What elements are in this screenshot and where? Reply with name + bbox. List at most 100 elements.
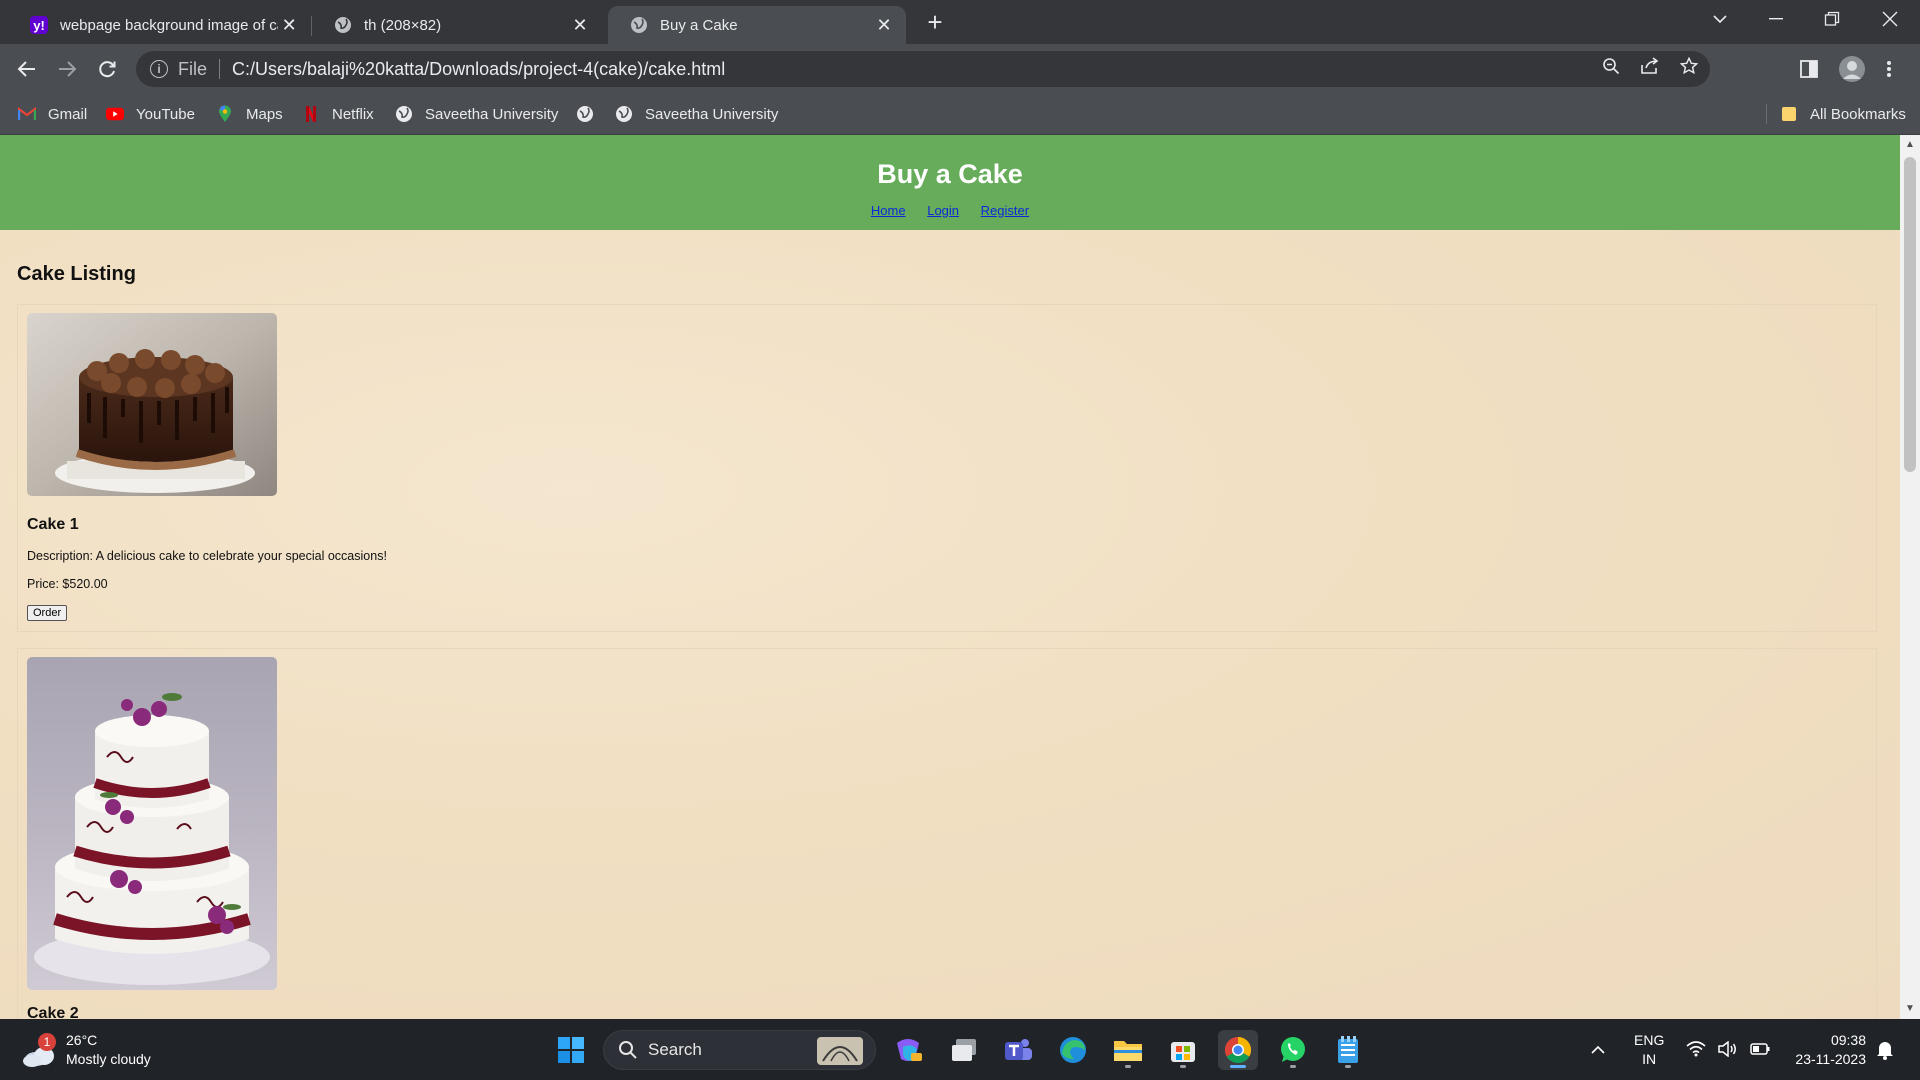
copilot-icon[interactable] [888, 1030, 928, 1070]
globe-icon [395, 105, 413, 123]
order-button[interactable]: Order [27, 605, 68, 621]
maps-icon [216, 105, 234, 123]
menu-dots-icon[interactable] [1886, 53, 1892, 85]
cake-name: Cake 2 [27, 1005, 79, 1019]
page-viewport: Buy a Cake Home Login Register Cake List… [0, 135, 1900, 1019]
taskbar: 1 26°C Mostly cloudy Search ENG IN 09:38… [0, 1020, 1920, 1080]
clock-date: 23-11-2023 [1795, 1051, 1866, 1067]
weather-widget[interactable]: 1 26°C Mostly cloudy [22, 1028, 151, 1072]
bookmark-netflix[interactable]: Netflix [302, 94, 374, 134]
url-text[interactable]: C:/Users/balaji%20katta/Downloads/projec… [232, 59, 725, 80]
tab-yahoo[interactable]: y! webpage background image of cake ✕ [8, 6, 310, 44]
system-tray-icons[interactable] [1686, 1020, 1770, 1080]
cake-description: Description: A delicious cake to celebra… [27, 549, 387, 563]
close-window-button[interactable] [1862, 0, 1918, 38]
running-indicator [1290, 1065, 1296, 1068]
scroll-down-arrow-icon[interactable]: ▼ [1900, 1001, 1920, 1017]
divider [1766, 104, 1767, 124]
notification-bell-icon[interactable] [1876, 1020, 1894, 1080]
new-tab-button[interactable]: + [920, 8, 950, 38]
globe-icon [576, 105, 594, 123]
site-header: Buy a Cake Home Login Register [0, 135, 1900, 230]
bookmarks-bar: Gmail YouTube Maps Netflix Saveetha Univ… [0, 94, 1920, 135]
cake-price: Price: $520.00 [27, 577, 108, 591]
globe-icon [334, 16, 352, 34]
bookmark-maps[interactable]: Maps [216, 94, 283, 134]
close-icon[interactable]: ✕ [568, 15, 592, 36]
minimize-button[interactable] [1748, 0, 1804, 38]
scroll-up-arrow-icon[interactable]: ▲ [1900, 137, 1920, 153]
tab-title: Buy a Cake [660, 16, 738, 34]
bookmark-unnamed[interactable] [576, 94, 606, 134]
close-icon[interactable]: ✕ [872, 15, 896, 36]
language-line1: ENG [1634, 1032, 1665, 1048]
tab-buy-a-cake[interactable]: Buy a Cake ✕ [608, 6, 906, 44]
search-icon [619, 1041, 637, 1059]
file-explorer-icon[interactable] [1108, 1030, 1148, 1070]
chrome-icon[interactable] [1218, 1030, 1258, 1070]
bookmark-label: Saveetha University [425, 105, 559, 123]
bookmark-youtube[interactable]: YouTube [106, 94, 195, 134]
restore-button[interactable] [1804, 0, 1860, 38]
side-panel-icon[interactable] [1800, 53, 1818, 85]
back-arrow-icon[interactable] [11, 53, 43, 85]
tab-image[interactable]: th (208×82) ✕ [312, 6, 602, 44]
notepad-icon[interactable] [1328, 1030, 1368, 1070]
running-indicator [1180, 1065, 1186, 1068]
edge-icon[interactable] [1053, 1030, 1093, 1070]
taskbar-search-box[interactable]: Search [603, 1030, 876, 1070]
reload-icon[interactable] [91, 53, 123, 85]
teams-icon[interactable] [998, 1030, 1038, 1070]
globe-icon [630, 16, 648, 34]
site-nav: Home Login Register [0, 203, 1900, 218]
tab-search-chevron-icon[interactable] [1692, 0, 1748, 38]
nav-register-link[interactable]: Register [981, 203, 1029, 218]
youtube-icon [106, 105, 124, 123]
bookmark-saveetha-2[interactable]: Saveetha University [615, 94, 778, 134]
whatsapp-icon[interactable] [1273, 1030, 1313, 1070]
language-line2: IN [1642, 1051, 1657, 1067]
battery-icon [1750, 1042, 1770, 1058]
all-bookmarks-button[interactable]: All Bookmarks [1780, 94, 1906, 134]
folder-icon [1780, 105, 1798, 123]
search-highlight-icon [817, 1037, 863, 1065]
zoom-icon[interactable] [1602, 57, 1620, 81]
nav-login-link[interactable]: Login [927, 203, 959, 218]
forward-arrow-icon[interactable] [51, 53, 83, 85]
bookmark-label: Maps [246, 105, 283, 123]
gmail-icon [18, 105, 36, 123]
scrollbar-thumb[interactable] [1904, 157, 1916, 472]
cake-card: Cake 2 [17, 648, 1877, 1019]
divider [219, 59, 221, 79]
all-bookmarks-label: All Bookmarks [1810, 105, 1906, 123]
microsoft-store-icon[interactable] [1163, 1030, 1203, 1070]
tab-title: webpage background image of cake [60, 16, 279, 34]
info-icon[interactable]: i [150, 60, 168, 78]
close-icon[interactable]: ✕ [278, 15, 300, 36]
address-bar[interactable]: i File C:/Users/balaji%20katta/Downloads… [136, 51, 1710, 87]
nav-home-link[interactable]: Home [871, 203, 906, 218]
running-indicator [1345, 1065, 1351, 1068]
profile-avatar[interactable] [1838, 53, 1866, 85]
clock-time: 09:38 [1830, 1032, 1866, 1048]
bookmark-gmail[interactable]: Gmail [18, 94, 87, 134]
running-indicator [1230, 1065, 1246, 1068]
page-scrollbar[interactable]: ▲ ▼ [1900, 135, 1920, 1019]
task-view-icon[interactable] [944, 1030, 984, 1070]
show-hidden-icons-chevron-icon[interactable] [1590, 1020, 1606, 1080]
bookmark-label: YouTube [136, 105, 195, 123]
yahoo-icon: y! [30, 16, 48, 34]
windows-start-icon[interactable] [551, 1030, 591, 1070]
share-icon[interactable] [1640, 57, 1660, 81]
bookmark-star-icon[interactable] [1679, 56, 1699, 81]
tab-title: th (208×82) [364, 16, 442, 34]
running-indicator [1125, 1065, 1131, 1068]
bookmark-label: Saveetha University [645, 105, 779, 123]
bookmark-label: Gmail [48, 105, 88, 123]
search-placeholder: Search [648, 1040, 702, 1059]
bookmark-saveetha-1[interactable]: Saveetha University [395, 94, 558, 134]
clock[interactable]: 09:38 23-11-2023 [1786, 1020, 1866, 1080]
cloud-icon: 1 [22, 1033, 56, 1067]
cake-name: Cake 1 [27, 516, 79, 533]
language-indicator[interactable]: ENG IN [1634, 1020, 1664, 1080]
